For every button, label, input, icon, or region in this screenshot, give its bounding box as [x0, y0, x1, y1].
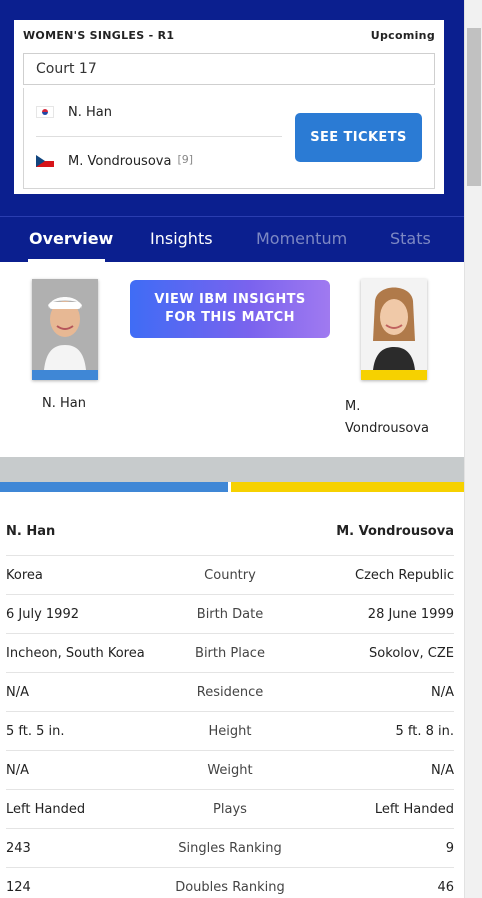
- row-right-value: Czech Republic: [355, 567, 454, 583]
- match-page: WOMEN'S SINGLES - R1 Upcoming Court 17 N…: [0, 0, 464, 898]
- ibm-insights-line-1: VIEW IBM INSIGHTS: [154, 292, 306, 307]
- view-ibm-insights-button[interactable]: VIEW IBM INSIGHTS FOR THIS MATCH: [130, 280, 330, 338]
- match-status: Upcoming: [370, 29, 435, 42]
- player-2-profile-name-line-2: Vondrousova: [345, 421, 429, 436]
- player-2-color-bar: [361, 370, 427, 380]
- player-comparison-table: N. Han M. Vondrousova Korea Country Czec…: [6, 507, 454, 898]
- row-right-value: Left Handed: [374, 801, 454, 817]
- row-right-value: 28 June 1999: [367, 606, 454, 622]
- comparison-header-left: N. Han: [6, 523, 56, 539]
- section-divider: [0, 457, 464, 482]
- player-1-color-strip: [0, 482, 228, 492]
- tab-momentum[interactable]: Momentum: [256, 217, 347, 262]
- comparison-row-birth-date: 6 July 1992 Birth Date 28 June 1999: [6, 595, 454, 634]
- row-right-value: 9: [445, 840, 454, 856]
- court-name: Court 17: [23, 53, 435, 85]
- comparison-row-plays: Left Handed Plays Left Handed: [6, 790, 454, 829]
- row-right-value: 46: [437, 879, 454, 895]
- row-label: Height: [208, 723, 252, 739]
- comparison-row-singles-ranking: 243 Singles Ranking 9: [6, 829, 454, 868]
- player-2-color-strip: [231, 482, 464, 492]
- row-right-value: Sokolov, CZE: [369, 645, 454, 661]
- player-2-portrait: [361, 279, 427, 370]
- scrollbar-thumb[interactable]: [467, 28, 481, 186]
- match-card: WOMEN'S SINGLES - R1 Upcoming Court 17 N…: [14, 20, 444, 194]
- comparison-row-doubles-ranking: 124 Doubles Ranking 46: [6, 868, 454, 898]
- player-1-photo[interactable]: [32, 279, 98, 380]
- see-tickets-button[interactable]: SEE TICKETS: [295, 113, 422, 162]
- row-label: Residence: [196, 684, 264, 700]
- row-label: Weight: [207, 762, 253, 778]
- tab-stats[interactable]: Stats: [390, 217, 431, 262]
- event-round: WOMEN'S SINGLES - R1: [23, 29, 175, 42]
- row-right-value: N/A: [431, 684, 454, 700]
- comparison-row-birth-place: Incheon, South Korea Birth Place Sokolov…: [6, 634, 454, 673]
- player-2-photo[interactable]: [361, 279, 427, 380]
- match-tabs: Overview Insights Momentum Stats: [0, 216, 464, 262]
- match-header: WOMEN'S SINGLES - R1 Upcoming Court 17 N…: [0, 0, 464, 216]
- player-2-name: M. Vondrousova: [68, 153, 172, 169]
- row-label: Singles Ranking: [178, 840, 282, 856]
- comparison-row-height: 5 ft. 5 in. Height 5 ft. 8 in.: [6, 712, 454, 751]
- player-1-name: N. Han: [68, 104, 112, 120]
- comparison-row-weight: N/A Weight N/A: [6, 751, 454, 790]
- player-1-portrait: [32, 279, 98, 370]
- active-tab-indicator: [28, 259, 105, 262]
- comparison-header-right: M. Vondrousova: [336, 523, 454, 539]
- player-1-color-bar: [32, 370, 98, 380]
- korea-flag-icon: [36, 106, 54, 118]
- player-2-profile-name-line-1: M.: [345, 399, 361, 414]
- player-1-profile-name: N. Han: [42, 396, 86, 411]
- player-row-1[interactable]: N. Han: [36, 88, 282, 137]
- card-top: WOMEN'S SINGLES - R1 Upcoming: [23, 29, 435, 43]
- comparison-header: N. Han M. Vondrousova: [6, 507, 454, 556]
- vertical-scrollbar[interactable]: [464, 0, 482, 898]
- row-right-value: 5 ft. 8 in.: [395, 723, 455, 739]
- player-row-2[interactable]: M. Vondrousova [9]: [36, 137, 282, 185]
- tab-insights[interactable]: Insights: [150, 217, 213, 262]
- player-2-profile-name: M. Vondrousova: [345, 396, 455, 440]
- player-2-seed: [9]: [177, 152, 194, 166]
- tab-overview[interactable]: Overview: [29, 217, 113, 262]
- ibm-insights-line-2: FOR THIS MATCH: [165, 310, 295, 325]
- comparison-row-country: Korea Country Czech Republic: [6, 556, 454, 595]
- czech-flag-icon: [36, 155, 54, 167]
- row-label: Doubles Ranking: [175, 879, 285, 895]
- row-right-value: N/A: [431, 762, 454, 778]
- comparison-row-residence: N/A Residence N/A: [6, 673, 454, 712]
